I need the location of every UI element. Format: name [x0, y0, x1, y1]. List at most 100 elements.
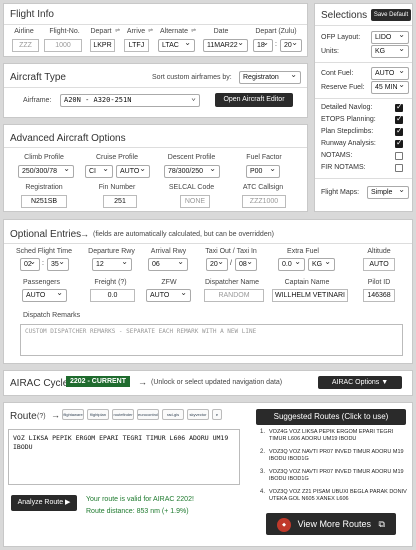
ofp-layout-select[interactable]: LIDO	[371, 31, 409, 44]
fuel-factor-select[interactable]: P00	[246, 165, 280, 178]
dispatcher-name-label: Dispatcher Name	[204, 279, 260, 286]
taxi-in-select[interactable]: 08	[235, 258, 257, 271]
open-aircraft-editor-button[interactable]: Open Aircraft Editor	[215, 93, 293, 107]
arrive-input[interactable]: LTFJ	[124, 39, 149, 52]
sort-airframes-select[interactable]: Registraton	[239, 71, 301, 84]
zfw-select[interactable]: AUTO	[146, 289, 191, 302]
check-label: ETOPS Planning:	[321, 116, 376, 123]
dispatcher-name-input[interactable]: RANDOM	[204, 289, 264, 302]
atc-callsign-input[interactable]: ZZZ1000	[242, 195, 286, 208]
extra-fuel-select[interactable]: 0.0	[278, 258, 305, 271]
date-select[interactable]: 11MAR22	[203, 39, 248, 52]
fin-number-input[interactable]: 251	[103, 195, 137, 208]
option-checkbox[interactable]	[395, 126, 403, 136]
sched-hour-select[interactable]: 02	[20, 258, 40, 271]
selcal-input[interactable]: NONE	[180, 195, 210, 208]
taxi-out-select[interactable]: 20	[206, 258, 228, 271]
flight-no-input[interactable]: 1000	[44, 39, 82, 52]
passengers-select[interactable]: AUTO	[22, 289, 67, 302]
descent-profile-select[interactable]: 78/300/250	[164, 165, 220, 178]
sched-flight-time-label: Sched Flight Time	[15, 248, 73, 255]
route-distance-message: Route distance: 853 nm (+ 1.9%)	[86, 508, 189, 515]
arrive-swap-icon[interactable]: ⇌	[148, 27, 153, 34]
depart-hour-select[interactable]: 18	[253, 39, 273, 52]
route-source-logo[interactable]: skyvector	[187, 409, 209, 420]
view-more-routes-button[interactable]: ◆ View More Routes ⧉	[266, 513, 396, 535]
route-source-logo[interactable]: flightplan	[87, 409, 109, 420]
dispatch-remarks-label: Dispatch Remarks	[23, 312, 81, 319]
suggested-route-item[interactable]: VOZ3Q VOZ NAVTI PR07 INVED TIMUR ADORU M…	[269, 469, 407, 487]
route-source-logo[interactable]: eurocontrol	[137, 409, 159, 420]
fin-number-label: Fin Number	[98, 184, 136, 191]
route-source-logo[interactable]: e	[212, 409, 222, 420]
airline-input[interactable]: ZZZ	[12, 39, 39, 52]
check-label: NOTAMS:	[321, 152, 353, 159]
taxi-label: Taxi Out / Taxi In	[205, 248, 257, 255]
suggested-route-number: 2.	[260, 449, 266, 455]
route-source-logo[interactable]: routefinder	[112, 409, 134, 420]
cruise-profile-label: Cruise Profile	[95, 154, 138, 161]
alternate-swap-icon[interactable]: ⇌	[191, 27, 196, 34]
sched-minute-select[interactable]: 35	[47, 258, 69, 271]
airframe-select[interactable]: A20N - A320-251N	[60, 94, 200, 107]
suggested-route-item[interactable]: VOZ3Q VOZ Z21 PISAM UBUXI BEGLA PARAK DO…	[269, 489, 407, 507]
depart-swap-icon[interactable]: ⇌	[115, 27, 120, 34]
arrival-rwy-select[interactable]: 06	[148, 258, 188, 271]
route-textarea[interactable]: VOZ LIKSA PEPIK ERGOM EPARI TEGRI TIMUR …	[8, 429, 240, 485]
option-checkbox[interactable]	[395, 138, 403, 148]
sched-separator: :	[42, 260, 44, 267]
freight-input[interactable]: 0.0	[90, 289, 135, 302]
cruise-mode-select[interactable]: CI	[85, 165, 113, 178]
airac-note: (Unlock or select updated navigation dat…	[151, 379, 283, 386]
analyze-route-button[interactable]: Analyze Route ▶	[11, 495, 77, 511]
route-valid-message: Your route is valid for AIRAC 2202!	[86, 496, 194, 503]
climb-profile-select[interactable]: 250/300/78	[18, 165, 74, 178]
suggested-route-item[interactable]: VOZ3Q VOZ NAVTI PR07 INVED TIMUR ADORU M…	[269, 449, 407, 467]
option-checkbox[interactable]	[395, 164, 403, 172]
registration-input[interactable]: N251SB	[21, 195, 67, 208]
save-default-button[interactable]: Save Default	[371, 9, 411, 21]
altitude-input[interactable]: AUTO	[363, 258, 395, 271]
depart-label: Depart	[90, 28, 112, 35]
check-label: Runway Analysis:	[321, 140, 376, 147]
cont-fuel-select[interactable]: AUTO	[371, 67, 409, 80]
reserve-fuel-select[interactable]: 45 MIN	[371, 81, 409, 94]
option-checkbox[interactable]	[395, 102, 403, 112]
units-select[interactable]: KG	[371, 45, 409, 58]
selections-panel: Selections Save Default OFP Layout: LIDO…	[314, 3, 413, 212]
departure-rwy-select[interactable]: 12	[92, 258, 132, 271]
descent-profile-label: Descent Profile	[167, 154, 216, 161]
suggested-route-item[interactable]: VOZ4G VOZ LIKSA PEPIK ERGOM EPARI TEGRI …	[269, 429, 407, 447]
alternate-select[interactable]: LTAC	[158, 39, 195, 52]
pilot-id-label: Pilot ID	[367, 279, 391, 286]
departure-rwy-label: Departure Rwy	[88, 248, 135, 255]
option-checkbox[interactable]	[395, 114, 403, 124]
arrive-label: Arrive	[126, 28, 146, 35]
extra-fuel-unit-select[interactable]: KG	[308, 258, 335, 271]
suggested-route-number: 4.	[260, 489, 266, 495]
climb-profile-label: Climb Profile	[24, 154, 64, 161]
option-checkbox[interactable]	[395, 152, 403, 160]
route-source-logo[interactable]: rad-gis	[162, 409, 184, 420]
route-source-logo[interactable]: flightaware	[62, 409, 84, 420]
captain-name-input[interactable]: WILLHELM VETINARI	[272, 289, 348, 302]
reserve-fuel-label: Reserve Fuel:	[321, 84, 365, 91]
zfw-label: ZFW	[161, 279, 177, 286]
extra-fuel-label: Extra Fuel	[287, 248, 319, 255]
cruise-value-select[interactable]: AUTO	[116, 165, 150, 178]
airac-title: AIRAC Cycle	[10, 378, 69, 389]
airline-label: Airline	[14, 28, 34, 35]
registration-label: Registration	[25, 184, 63, 191]
depart-minute-select[interactable]: 20	[280, 39, 302, 52]
route-help-link[interactable]: (?)	[37, 413, 46, 420]
pilot-id-input[interactable]: 146368	[363, 289, 395, 302]
selections-title: Selections	[321, 10, 368, 21]
dispatch-remarks-textarea[interactable]: CUSTOM DISPATCHER REMARKS - SEPARATE EAC…	[20, 324, 403, 356]
suggested-routes-header: Suggested Routes (Click to use)	[256, 409, 406, 425]
advanced-options-panel: Advanced Aircraft Options Climb Profile …	[3, 124, 308, 212]
suggested-route-number: 1.	[260, 429, 266, 435]
flight-maps-select[interactable]: Simple	[367, 186, 409, 199]
airac-options-button[interactable]: AIRAC Options ▼	[318, 376, 402, 389]
depart-input[interactable]: LKPR	[90, 39, 115, 52]
cont-fuel-label: Cont Fuel:	[321, 70, 354, 77]
